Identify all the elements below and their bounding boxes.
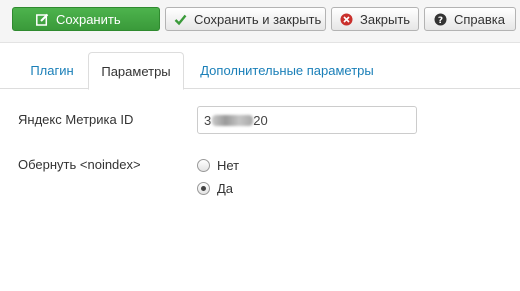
save-and-close-button-label: Сохранить и закрыть (194, 11, 322, 27)
check-icon (174, 12, 187, 26)
save-button-label: Сохранить (56, 11, 121, 27)
tab-bar: Плагин Параметры Дополнительные параметр… (0, 52, 520, 90)
radio-label-yes: Да (217, 181, 234, 196)
save-button[interactable]: Сохранить (12, 7, 160, 31)
radio-option-yes[interactable]: Да (197, 181, 233, 196)
radio-button-yes[interactable] (197, 182, 210, 195)
metrika-id-value-prefix: 3 (204, 112, 212, 128)
help-button[interactable]: ? Справка (424, 7, 516, 31)
close-button-label: Закрыть (360, 11, 411, 27)
toolbar: Сохранить Сохранить и закрыть Закрыть ? … (0, 0, 520, 43)
noindex-label: Обернуть <noindex> (18, 157, 141, 172)
radio-option-no[interactable]: Нет (197, 158, 239, 173)
save-and-close-button[interactable]: Сохранить и закрыть (165, 7, 326, 31)
tab-advanced-parameters[interactable]: Дополнительные параметры (188, 52, 386, 89)
radio-button-no[interactable] (197, 159, 210, 172)
edit-icon (35, 12, 49, 26)
question-circle-icon: ? (433, 12, 447, 26)
radio-label-no: Нет (217, 158, 240, 173)
tab-plugin[interactable]: Плагин (17, 52, 87, 89)
metrika-id-label: Яндекс Метрика ID (18, 112, 134, 127)
metrika-id-value-suffix: 20 (253, 112, 268, 128)
close-button[interactable]: Закрыть (331, 7, 419, 31)
help-button-label: Справка (454, 11, 505, 27)
redacted-digits (212, 114, 254, 126)
cancel-circle-icon (340, 12, 353, 26)
metrika-id-input[interactable]: 3 20 (197, 106, 417, 134)
tab-parameters[interactable]: Параметры (88, 52, 184, 90)
svg-text:?: ? (437, 16, 442, 26)
